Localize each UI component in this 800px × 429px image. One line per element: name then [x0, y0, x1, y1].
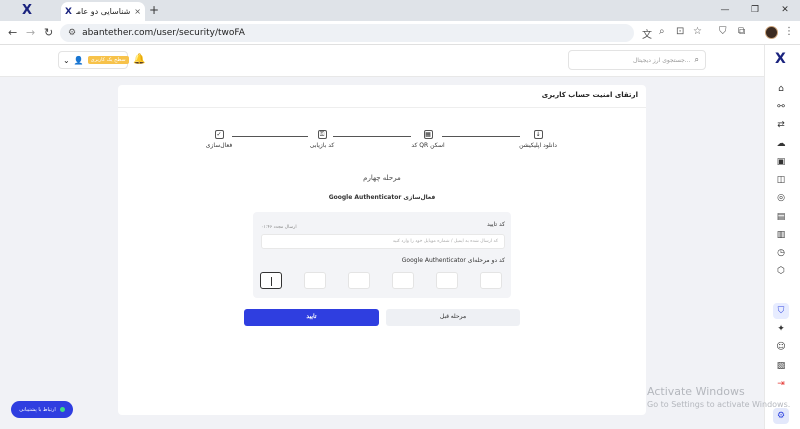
site-info-icon[interactable]: ⚙ — [68, 28, 76, 38]
user-level-badge: سطح یک کاربری — [87, 56, 129, 64]
windows-activation-watermark: Activate Windows Go to Settings to activ… — [647, 385, 791, 409]
otp-digit-2[interactable] — [436, 272, 458, 289]
security-card: ارتقای امنیت حساب کاربری ↓ دانلود اپلیکی… — [118, 85, 646, 415]
verification-form: کد تایید ارسال مجدد ۰۱:۴۶ کد ارسال شده ب… — [253, 212, 511, 298]
sidebar-history-icon[interactable]: ◷ — [773, 245, 789, 261]
sidebar-bag-icon[interactable]: ◫ — [773, 172, 789, 188]
confirm-button[interactable]: تایید — [244, 309, 379, 326]
stage-subtitle: فعال‌سازی Google Authenticator — [328, 194, 436, 201]
url-bar[interactable]: ⚙ abantether.com/user/security/twoFA — [60, 24, 634, 42]
browser-tab[interactable]: X شناسایی دو عاملی | آبان تتر × — [61, 2, 145, 21]
abantether-app-icon[interactable]: X — [22, 3, 32, 18]
profile-avatar[interactable] — [765, 26, 778, 39]
download-icon: ↓ — [533, 130, 543, 139]
sidebar-document-icon[interactable]: ▧ — [773, 358, 789, 374]
user-icon: 👤 — [73, 55, 84, 65]
url-text: abantether.com/user/security/twoFA — [82, 28, 245, 38]
sidebar-gift-icon[interactable]: ✦ — [773, 321, 789, 337]
page-title: ارتقای امنیت حساب کاربری — [541, 91, 638, 99]
browser-menu-icon[interactable]: ⋮ — [784, 26, 794, 37]
extensions-puzzle-icon[interactable]: ⧉ — [738, 26, 745, 37]
zoom-icon[interactable]: ⌕ — [659, 26, 665, 37]
sidebar-settings-gear-icon[interactable]: ⚙ — [773, 408, 789, 424]
back-arrow-icon[interactable]: ← — [8, 26, 17, 39]
otp-digit-4[interactable] — [348, 272, 370, 289]
chevron-down-icon: ⌄ — [63, 55, 70, 65]
app-header: ⌄ 👤 سطح یک کاربری 🔔 جستجوی ارز دیجیتال..… — [0, 45, 764, 77]
previous-step-button[interactable]: مرحله قبل — [386, 309, 520, 326]
otp-digit-6[interactable] — [260, 272, 282, 289]
tab-title: شناسایی دو عاملی | آبان تتر — [76, 7, 131, 16]
install-app-icon[interactable]: ⊡ — [676, 26, 684, 37]
sidebar-chart-icon[interactable]: ▥ — [773, 227, 789, 243]
stage-title: مرحله چهارم — [363, 174, 401, 182]
sidebar-home-icon[interactable]: ⌂ — [773, 81, 789, 97]
browser-tab-bar: X X شناسایی دو عاملی | آبان تتر × + — ❐ … — [0, 0, 800, 21]
search-input[interactable]: جستجوی ارز دیجیتال... ⌕ — [568, 50, 706, 70]
support-label: ارتباط با پشتیبانی — [19, 406, 56, 413]
search-placeholder: جستجوی ارز دیجیتال... — [632, 56, 691, 64]
tab-close-icon[interactable]: × — [134, 7, 141, 16]
abantether-logo[interactable]: X — [775, 51, 786, 67]
reload-icon[interactable]: ↻ — [44, 26, 53, 39]
shield-extension-icon[interactable]: ⛉ — [719, 26, 727, 37]
confirm-code-input[interactable]: کد ارسال شده به ایمیل / شماره موبایل خود… — [261, 234, 505, 249]
sidebar-profile-icon[interactable]: ☺ — [773, 339, 789, 355]
sidebar-coin-icon[interactable]: ◎ — [773, 190, 789, 206]
bookmark-star-icon[interactable]: ☆ — [693, 26, 702, 37]
forward-arrow-icon[interactable]: → — [26, 26, 35, 39]
sidebar-link-icon[interactable]: ⚯ — [773, 99, 789, 115]
step-activation: ✓ فعال‌سازی — [205, 130, 233, 149]
confirm-code-label: کد تایید — [486, 221, 505, 228]
sidebar-exchange-icon[interactable]: ⇄ — [773, 117, 789, 133]
browser-toolbar: ← → ↻ ⚙ abantether.com/user/security/two… — [0, 21, 800, 45]
otp-digit-1[interactable] — [480, 272, 502, 289]
tab-favicon-icon: X — [65, 6, 72, 17]
sidebar-cloud-icon[interactable]: ☁ — [773, 136, 789, 152]
translate-icon[interactable]: 文 — [642, 26, 652, 41]
ga-code-label: کد دو مرحله‌ای Google Authenticator — [401, 257, 505, 264]
minimize-button[interactable]: — — [710, 0, 740, 20]
notification-bell-icon[interactable]: 🔔 — [133, 54, 145, 65]
search-icon: ⌕ — [694, 55, 699, 64]
window-controls: — ❐ ✕ — [710, 0, 800, 20]
otp-digit-5[interactable] — [304, 272, 326, 289]
right-sidebar: X ⌂ ⚯ ⇄ ☁ ▣ ◫ ◎ ▤ ▥ ◷ ⬡ ⛉ ✦ ☺ ▧ ⇥ ⚙ — [764, 45, 800, 429]
otp-digit-3[interactable] — [392, 272, 414, 289]
sidebar-box-icon[interactable]: ⬡ — [773, 263, 789, 279]
user-menu[interactable]: ⌄ 👤 سطح یک کاربری — [58, 51, 129, 69]
step-scan-qr: ▦ اسکن QR کد — [411, 130, 445, 149]
resend-timer[interactable]: ارسال مجدد ۰۱:۴۶ — [261, 225, 297, 230]
step-recovery-code: ⚿ کد بازیابی — [309, 130, 335, 149]
sidebar-wallet-icon[interactable]: ▣ — [773, 154, 789, 170]
check-icon: ✓ — [214, 130, 224, 139]
maximize-button[interactable]: ❐ — [740, 0, 770, 20]
key-icon: ⚿ — [317, 130, 327, 139]
online-status-dot — [59, 407, 65, 412]
sidebar-card-icon[interactable]: ▤ — [773, 209, 789, 225]
step-download-app: ↓ دانلود اپلیکیشن — [519, 130, 557, 149]
qr-code-icon: ▦ — [423, 130, 433, 139]
new-tab-button[interactable]: + — [149, 3, 159, 17]
divider — [118, 107, 646, 108]
close-window-button[interactable]: ✕ — [770, 0, 800, 20]
sidebar-security-shield-icon[interactable]: ⛉ — [773, 303, 789, 319]
support-chat-button[interactable]: ارتباط با پشتیبانی — [11, 401, 73, 418]
